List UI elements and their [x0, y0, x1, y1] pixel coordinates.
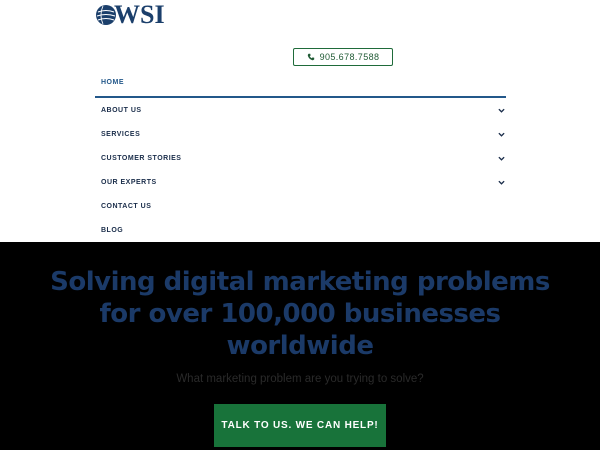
hero-section: Solving digital marketing problems for o…: [0, 242, 600, 450]
nav-item-about-us[interactable]: ABOUT US: [95, 98, 506, 122]
logo-text: WSI: [114, 0, 165, 29]
hero-subtitle: What marketing problem are you trying to…: [176, 373, 424, 385]
nav-item-label: OUR EXPERTS: [101, 178, 157, 186]
hero-title: Solving digital marketing problems for o…: [0, 266, 600, 362]
phone-icon: [307, 53, 314, 61]
hero-title-line: for over 100,000 businesses: [99, 299, 501, 329]
nav-item-home[interactable]: HOME: [95, 68, 506, 98]
nav-item-label: CONTACT US: [101, 202, 152, 210]
site-header: WSI 905.678.7588 HOME ABOUT US SERVICES …: [0, 0, 600, 242]
chevron-down-icon[interactable]: [498, 155, 505, 162]
nav-item-contact-us[interactable]: CONTACT US: [95, 194, 506, 218]
wsi-logo[interactable]: WSI: [95, 2, 165, 28]
main-nav: HOME ABOUT US SERVICES CUSTOMER STORIES …: [95, 68, 506, 242]
nav-item-label: HOME: [101, 78, 124, 86]
hero-title-line: Solving digital marketing problems: [50, 267, 550, 297]
nav-item-label: BLOG: [101, 226, 124, 234]
nav-item-label: SERVICES: [101, 130, 141, 138]
chevron-down-icon[interactable]: [498, 107, 505, 114]
nav-item-services[interactable]: SERVICES: [95, 122, 506, 146]
nav-item-blog[interactable]: BLOG: [95, 218, 506, 242]
phone-number: 905.678.7588: [319, 52, 380, 62]
phone-button[interactable]: 905.678.7588: [293, 48, 393, 66]
nav-item-label: CUSTOMER STORIES: [101, 154, 182, 162]
talk-to-us-button[interactable]: TALK TO US. WE CAN HELP!: [214, 404, 386, 447]
chevron-down-icon[interactable]: [498, 131, 505, 138]
nav-item-customer-stories[interactable]: CUSTOMER STORIES: [95, 146, 506, 170]
hero-title-line: worldwide: [226, 331, 374, 361]
nav-item-our-experts[interactable]: OUR EXPERTS: [95, 170, 506, 194]
chevron-down-icon[interactable]: [498, 179, 505, 186]
nav-item-label: ABOUT US: [101, 106, 142, 114]
